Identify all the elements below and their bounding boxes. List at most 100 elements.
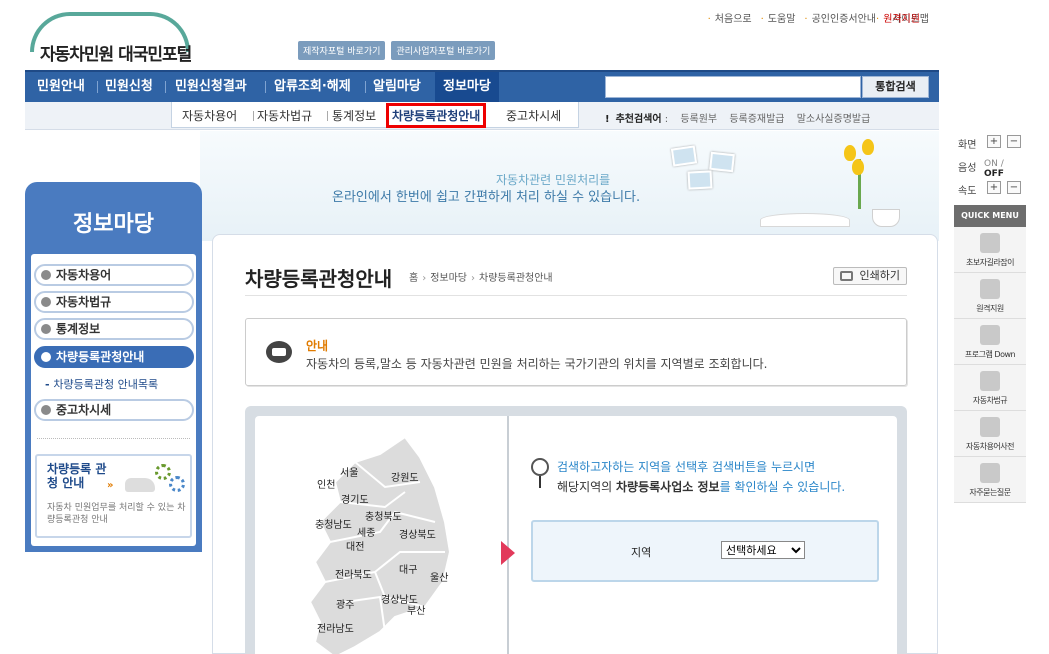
voice-toggle-group: ON / OFF xyxy=(984,159,1004,179)
map-region-gwangju[interactable]: 광주 xyxy=(336,596,354,611)
sidebar-title: 정보마당 xyxy=(73,212,154,237)
guide-line-2-b: 차량등록사업소 정보 xyxy=(616,480,720,494)
sub-nav-used-car-price[interactable]: 중고차시세 xyxy=(506,107,561,124)
search-button[interactable]: 통합검색 xyxy=(862,76,929,98)
sub-nav-stats[interactable]: 통계정보 xyxy=(332,107,376,124)
sidebar-item-laws[interactable]: 자동차법규 xyxy=(34,291,194,313)
map-region-seoul[interactable]: 서울 xyxy=(340,464,358,479)
info-description: 자동차의 등록,말소 등 자동차관련 민원을 처리하는 국가기관의 위치를 지역… xyxy=(306,357,768,371)
sidebar-item-registry-office[interactable]: 차량등록관청안내 xyxy=(34,346,194,368)
map-region-ulsan[interactable]: 울산 xyxy=(430,569,448,584)
top-link-home[interactable]: 처음으로 xyxy=(708,10,752,25)
map-region-gyeonggi[interactable]: 경기도 xyxy=(341,491,369,506)
nav-item-civil-apply[interactable]: 민원신청 xyxy=(105,72,153,102)
arrow-right-icon xyxy=(501,541,515,565)
speed-control: 속도 + − xyxy=(954,178,1026,201)
sidebar-item-terms[interactable]: 자동차용어 xyxy=(34,264,194,286)
region-search-panel: 서울 강원도 인천 경기도 충청북도 충청남도 세종 대전 경상북도 전라북도 … xyxy=(245,406,907,654)
map-region-incheon[interactable]: 인천 xyxy=(317,476,335,491)
sidebar-divider xyxy=(37,438,190,439)
search-input[interactable] xyxy=(605,76,861,98)
photo-frame-icon xyxy=(670,145,698,167)
zoom-in-button[interactable]: + xyxy=(987,135,1001,148)
region-select-box: 지역 선택하세요 xyxy=(531,520,879,582)
zoom-out-button[interactable]: − xyxy=(1007,135,1021,148)
printer-icon xyxy=(840,271,853,281)
quick-item-label: 자주묻는질문 xyxy=(969,488,1011,497)
map-region-busan[interactable]: 부산 xyxy=(407,602,425,617)
gear-icon xyxy=(169,476,185,492)
voice-label: 음성 xyxy=(958,163,977,174)
sub-nav-registry-office[interactable]: 차량등록관청안내 xyxy=(386,103,487,128)
sidebar-menu: 자동차용어 자동차법규 통계정보 차량등록관청안내 차량등록관청 안내목록 중고… xyxy=(31,254,196,546)
portal-links: 제작자포털 바로가기 관리사업자포털 바로가기 xyxy=(298,41,496,60)
print-button[interactable]: 인쇄하기 xyxy=(833,267,907,285)
sidebar-promo-box[interactable]: 차량등록 관청 안내 자동차 민원업무를 처리할 수 있는 차량등록관청 안내 … xyxy=(35,454,192,538)
banner-line-2: 온라인에서 한번에 쉽고 간편하게 처리 하실 수 있습니다. xyxy=(332,190,641,205)
quick-menu-header: QUICK MENU xyxy=(954,205,1026,227)
map-region-gyeongbuk[interactable]: 경상북도 xyxy=(399,526,436,541)
map-region-sejong[interactable]: 세종 xyxy=(357,524,375,539)
page-title: 차량등록관청안내 xyxy=(245,267,393,291)
quick-item-car-laws[interactable]: 자동차법규 xyxy=(954,365,1026,411)
quick-item-label: 프로그램 Down xyxy=(964,350,1016,359)
info-box: 안내 자동차의 등록,말소 등 자동차관련 민원을 처리하는 국가기관의 위치를… xyxy=(245,318,907,386)
speed-up-button[interactable]: + xyxy=(987,181,1001,194)
map-region-chungbuk[interactable]: 충청북도 xyxy=(365,508,402,523)
magnifier-icon xyxy=(531,458,549,488)
sub-nav-laws[interactable]: 자동차법규 xyxy=(257,107,312,124)
top-link-certificate[interactable]: 공인인증서안내 xyxy=(804,10,876,25)
breadcrumb-current: 차량등록관청안내 xyxy=(479,273,553,284)
quick-item-label: 초보자길라잡이 xyxy=(965,258,1015,267)
quick-item-label: 자동차용어사전 xyxy=(965,442,1015,451)
quick-item-car-dictionary[interactable]: 자동차용어사전 xyxy=(954,411,1026,457)
car-icon xyxy=(125,478,155,492)
maker-portal-link[interactable]: 제작자포털 바로가기 xyxy=(298,41,386,60)
quick-item-remote-support[interactable]: 원격지원 xyxy=(954,273,1026,319)
map-region-jeonnam[interactable]: 전라남도 xyxy=(317,620,354,635)
recommended-keyword[interactable]: 등록증재발급 xyxy=(729,114,784,125)
sub-nav-divider xyxy=(327,111,328,121)
site-logo[interactable]: 자동차민원 대국민포털 xyxy=(30,12,230,65)
main-content: 차량등록관청안내 홈 › 정보마당 › 차량등록관청안내 인쇄하기 안내 자동차의 등록… xyxy=(212,234,938,654)
map-region-daegu[interactable]: 대구 xyxy=(399,561,417,576)
speed-down-button[interactable]: − xyxy=(1007,181,1021,194)
nav-item-civil-guide[interactable]: 민원안내 xyxy=(37,72,85,102)
recommended-label: 추천검색어 xyxy=(605,114,662,125)
quick-item-beginner-guide[interactable]: 초보자길라잡이 xyxy=(954,227,1026,273)
map-region-jeonbuk[interactable]: 전라북도 xyxy=(335,566,372,581)
nav-item-seizure[interactable]: 압류조회·해제 xyxy=(274,72,351,102)
map-region-daejeon[interactable]: 대전 xyxy=(346,538,364,553)
nav-divider xyxy=(97,81,98,93)
nav-item-info[interactable]: 정보마당 xyxy=(435,72,499,102)
breadcrumb-home[interactable]: 홈 xyxy=(409,273,418,284)
flower-icon xyxy=(840,139,880,209)
recommended-keywords: 추천검색어 : 등록원부 등록증재발급 말소사실증명발급 xyxy=(605,110,870,125)
voice-on-toggle[interactable]: ON xyxy=(984,159,998,169)
recommended-keyword[interactable]: 말소사실증명발급 xyxy=(797,114,871,125)
right-utility-panel: 화면 + − 음성 ON / OFF 속도 + − QUICK MENU 초보자… xyxy=(954,132,1026,503)
recommended-keyword[interactable]: 등록원부 xyxy=(680,114,717,125)
manager-portal-link[interactable]: 관리사업자포털 바로가기 xyxy=(391,41,496,60)
quick-item-label: 원격지원 xyxy=(976,304,1004,313)
chevron-right-icon: › xyxy=(471,273,476,284)
breadcrumb-info[interactable]: 정보마당 xyxy=(430,273,467,284)
map-region-gangwon[interactable]: 강원도 xyxy=(391,469,419,484)
photo-frame-icon xyxy=(687,170,713,190)
question-icon xyxy=(980,463,1000,483)
top-link-help[interactable]: 도움말 xyxy=(761,10,796,25)
region-select[interactable]: 선택하세요 xyxy=(721,541,805,559)
top-link-remote-support[interactable]: 원격지원 xyxy=(876,10,920,25)
map-region-chungnam[interactable]: 충청남도 xyxy=(315,516,352,531)
quick-item-program-download[interactable]: 프로그램 Down xyxy=(954,319,1026,365)
nav-item-apply-result[interactable]: 민원신청결과 xyxy=(175,72,247,102)
sidebar-item-stats[interactable]: 통계정보 xyxy=(34,318,194,340)
sidebar-subitem-office-list[interactable]: 차량등록관청 안내목록 xyxy=(45,376,158,392)
cup-icon xyxy=(872,209,900,227)
sub-nav-terms[interactable]: 자동차용어 xyxy=(182,107,237,124)
nav-item-notice[interactable]: 알림마당 xyxy=(373,72,421,102)
korea-map-shape xyxy=(308,435,452,654)
quick-item-faq[interactable]: 자주묻는질문 xyxy=(954,457,1026,503)
chevron-right-icon: › xyxy=(422,273,427,284)
sidebar-item-used-car-price[interactable]: 중고차시세 xyxy=(34,399,194,421)
